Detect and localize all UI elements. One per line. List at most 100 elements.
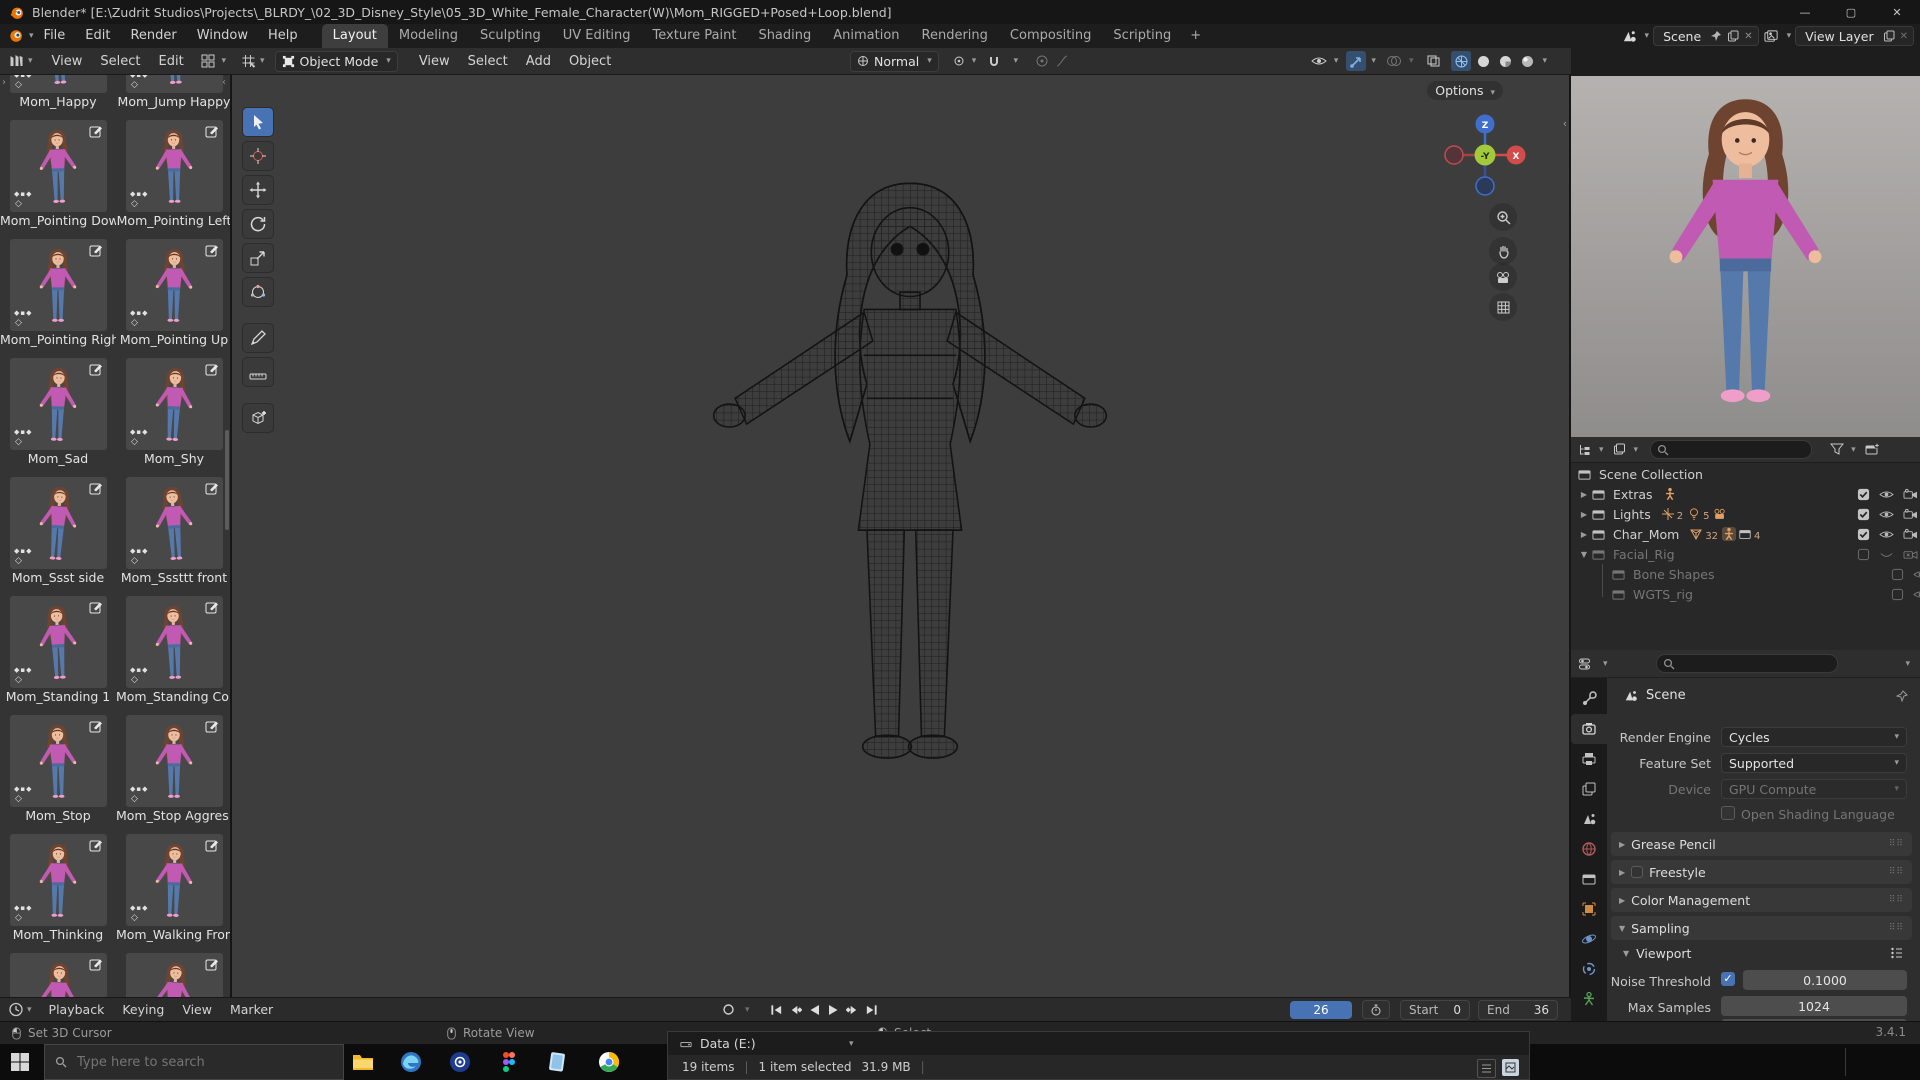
asset-item[interactable]: ◆▪◆◇Mom_Sssttt front (116, 475, 232, 594)
viewport-menu-select[interactable]: Select (459, 54, 517, 69)
pivot-point-icon[interactable] (949, 51, 969, 71)
asset-item[interactable]: ◆▪◆◇Mom_Pointing Down (0, 118, 116, 237)
menu-render[interactable]: Render (120, 24, 186, 48)
camera-view-button[interactable] (1489, 263, 1517, 291)
expand-arrow-icon[interactable]: ▶ (1577, 490, 1591, 499)
asset-item[interactable]: ◆▪◆◇Mom_Standing Co... (116, 594, 232, 713)
tool-measure-button[interactable] (242, 357, 274, 387)
tool-select-button[interactable] (242, 107, 274, 137)
tool-addcube-button[interactable] (242, 403, 274, 433)
timeline-menu-marker[interactable]: Marker (221, 1002, 282, 1017)
asset-item[interactable]: ◆▪◆◇ (0, 951, 116, 997)
region-corner-icon[interactable]: ‹ (222, 77, 226, 88)
editor-type-asset-icon[interactable] (8, 53, 25, 69)
visibility-eye-icon[interactable] (1913, 568, 1920, 581)
outliner-row[interactable]: ▼Facial_Rig (1571, 544, 1920, 564)
details-view-button[interactable] (1477, 1059, 1496, 1078)
view-layer-selector[interactable]: View Layer ✕ (1795, 26, 1914, 46)
edit-pose-icon[interactable] (89, 124, 103, 138)
visibility-eye-icon[interactable] (1879, 548, 1894, 561)
remove-icon[interactable]: ✕ (1900, 31, 1908, 42)
tab-modeling[interactable]: Modeling (388, 24, 469, 48)
tool-transform-button[interactable] (242, 277, 274, 307)
object-visibility-icon[interactable] (1309, 51, 1329, 71)
timeline-menu-view[interactable]: View (173, 1002, 221, 1017)
menu-window[interactable]: Window (187, 24, 258, 48)
tab-animation[interactable]: Animation (822, 24, 910, 48)
properties-tab-scene[interactable] (1571, 804, 1607, 834)
outliner-search[interactable] (1650, 440, 1812, 459)
outliner-display-icon[interactable] (1612, 443, 1627, 457)
snap-magnet-icon[interactable] (984, 51, 1004, 71)
falloff-icon[interactable] (1052, 51, 1072, 71)
taskbar-app-photos[interactable] (546, 1050, 570, 1074)
taskbar-app-chrome[interactable] (597, 1050, 621, 1074)
preset-list-icon[interactable] (1890, 946, 1904, 959)
properties-search[interactable] (1656, 654, 1838, 673)
panel-color-management[interactable]: ▶Color Management⠿⠿ (1611, 888, 1912, 912)
address-chevron-icon[interactable]: ▾ (849, 1039, 854, 1049)
outliner-row[interactable]: ▶Char_Mom324 (1571, 524, 1920, 544)
tab-compositing[interactable]: Compositing (999, 24, 1103, 48)
pan-view-button[interactable] (1489, 237, 1517, 265)
taskbar-search[interactable] (44, 1044, 344, 1080)
render-visibility-icon[interactable] (1903, 488, 1918, 501)
shading-rendered-button[interactable] (1517, 51, 1537, 71)
copy-icon[interactable] (1883, 30, 1895, 42)
edit-pose-icon[interactable] (205, 362, 219, 376)
close-button[interactable]: ✕ (1874, 0, 1920, 24)
asset-menu-edit[interactable]: Edit (150, 54, 193, 69)
tab-texture-paint[interactable]: Texture Paint (642, 24, 748, 48)
panel-grease-pencil[interactable]: ▶Grease Pencil⠿⠿ (1611, 832, 1912, 856)
options-button[interactable]: Options ▾ (1427, 81, 1503, 100)
edit-pose-icon[interactable] (89, 719, 103, 733)
asset-item[interactable]: ◆▪◆◇Mom_Ssst side (0, 475, 116, 594)
properties-tab-physics[interactable] (1571, 924, 1607, 954)
menu-edit[interactable]: Edit (75, 24, 120, 48)
asset-item[interactable]: ◆▪◆◇Mom_Sad (0, 356, 116, 475)
outliner-row[interactable]: WGTS_rig (1571, 584, 1920, 604)
pin-icon[interactable] (1896, 690, 1908, 702)
noise-threshold-checkbox[interactable]: ✓ (1721, 972, 1735, 986)
edit-pose-icon[interactable] (205, 838, 219, 852)
edit-pose-icon[interactable] (89, 957, 103, 971)
exclude-checkbox[interactable] (1857, 528, 1870, 541)
frame-start-field[interactable]: Start0 (1400, 1000, 1470, 1020)
tool-annotate-button[interactable] (242, 323, 274, 353)
proportional-edit-icon[interactable] (1032, 51, 1052, 71)
edit-pose-icon[interactable] (205, 124, 219, 138)
asset-item[interactable]: ◆▪◆◇Mom_Pointing Right (0, 237, 116, 356)
asset-item[interactable]: ◆▪◆◇Mom_Walking Front (116, 832, 232, 951)
edit-pose-icon[interactable] (89, 481, 103, 495)
shading-solid-button[interactable] (1473, 51, 1493, 71)
asset-item[interactable]: ◆▪◆◇Mom_Pointing Left (116, 118, 232, 237)
tab-rendering[interactable]: Rendering (911, 24, 999, 48)
expand-arrow-icon[interactable]: ▼ (1577, 550, 1591, 559)
properties-tab-object[interactable] (1571, 894, 1607, 924)
visibility-eye-icon[interactable] (1879, 508, 1894, 521)
tab-sculpting[interactable]: Sculpting (469, 24, 552, 48)
edit-pose-icon[interactable] (89, 600, 103, 614)
frame-end-field[interactable]: End36 (1478, 1000, 1558, 1020)
scene-icon[interactable] (1621, 29, 1638, 44)
pin-icon[interactable] (1710, 30, 1722, 42)
search-input[interactable] (75, 1054, 319, 1071)
exclude-checkbox[interactable] (1891, 588, 1904, 601)
new-collection-icon[interactable] (1864, 442, 1880, 457)
transport-jumpend-button[interactable] (863, 1002, 880, 1018)
viewport-menu-object[interactable]: Object (560, 54, 620, 69)
edit-pose-icon[interactable] (89, 838, 103, 852)
exclude-checkbox[interactable] (1857, 488, 1870, 501)
panel-sampling[interactable]: ▼ Sampling⠿⠿ (1611, 916, 1912, 940)
viewport-menu-add[interactable]: Add (517, 54, 560, 69)
xray-toggle[interactable] (1423, 51, 1443, 71)
viewport-menu-view[interactable]: View (410, 54, 459, 69)
viewport-3d[interactable]: Options ▾ Z X -Y ‹ (232, 75, 1571, 997)
asset-item[interactable]: ◆▪◆◇Mom_Thinking (0, 832, 116, 951)
timeline-menu-keying[interactable]: Keying (113, 1002, 173, 1017)
transform-orientation[interactable]: Normal ▾ (850, 51, 939, 72)
render-engine-dropdown[interactable]: Cycles▾ (1721, 727, 1907, 747)
asset-item[interactable]: ◆▪◆◇Mom_Standing 1 (0, 594, 116, 713)
tab-scripting[interactable]: Scripting (1102, 24, 1182, 48)
tool-move-button[interactable] (242, 175, 274, 205)
